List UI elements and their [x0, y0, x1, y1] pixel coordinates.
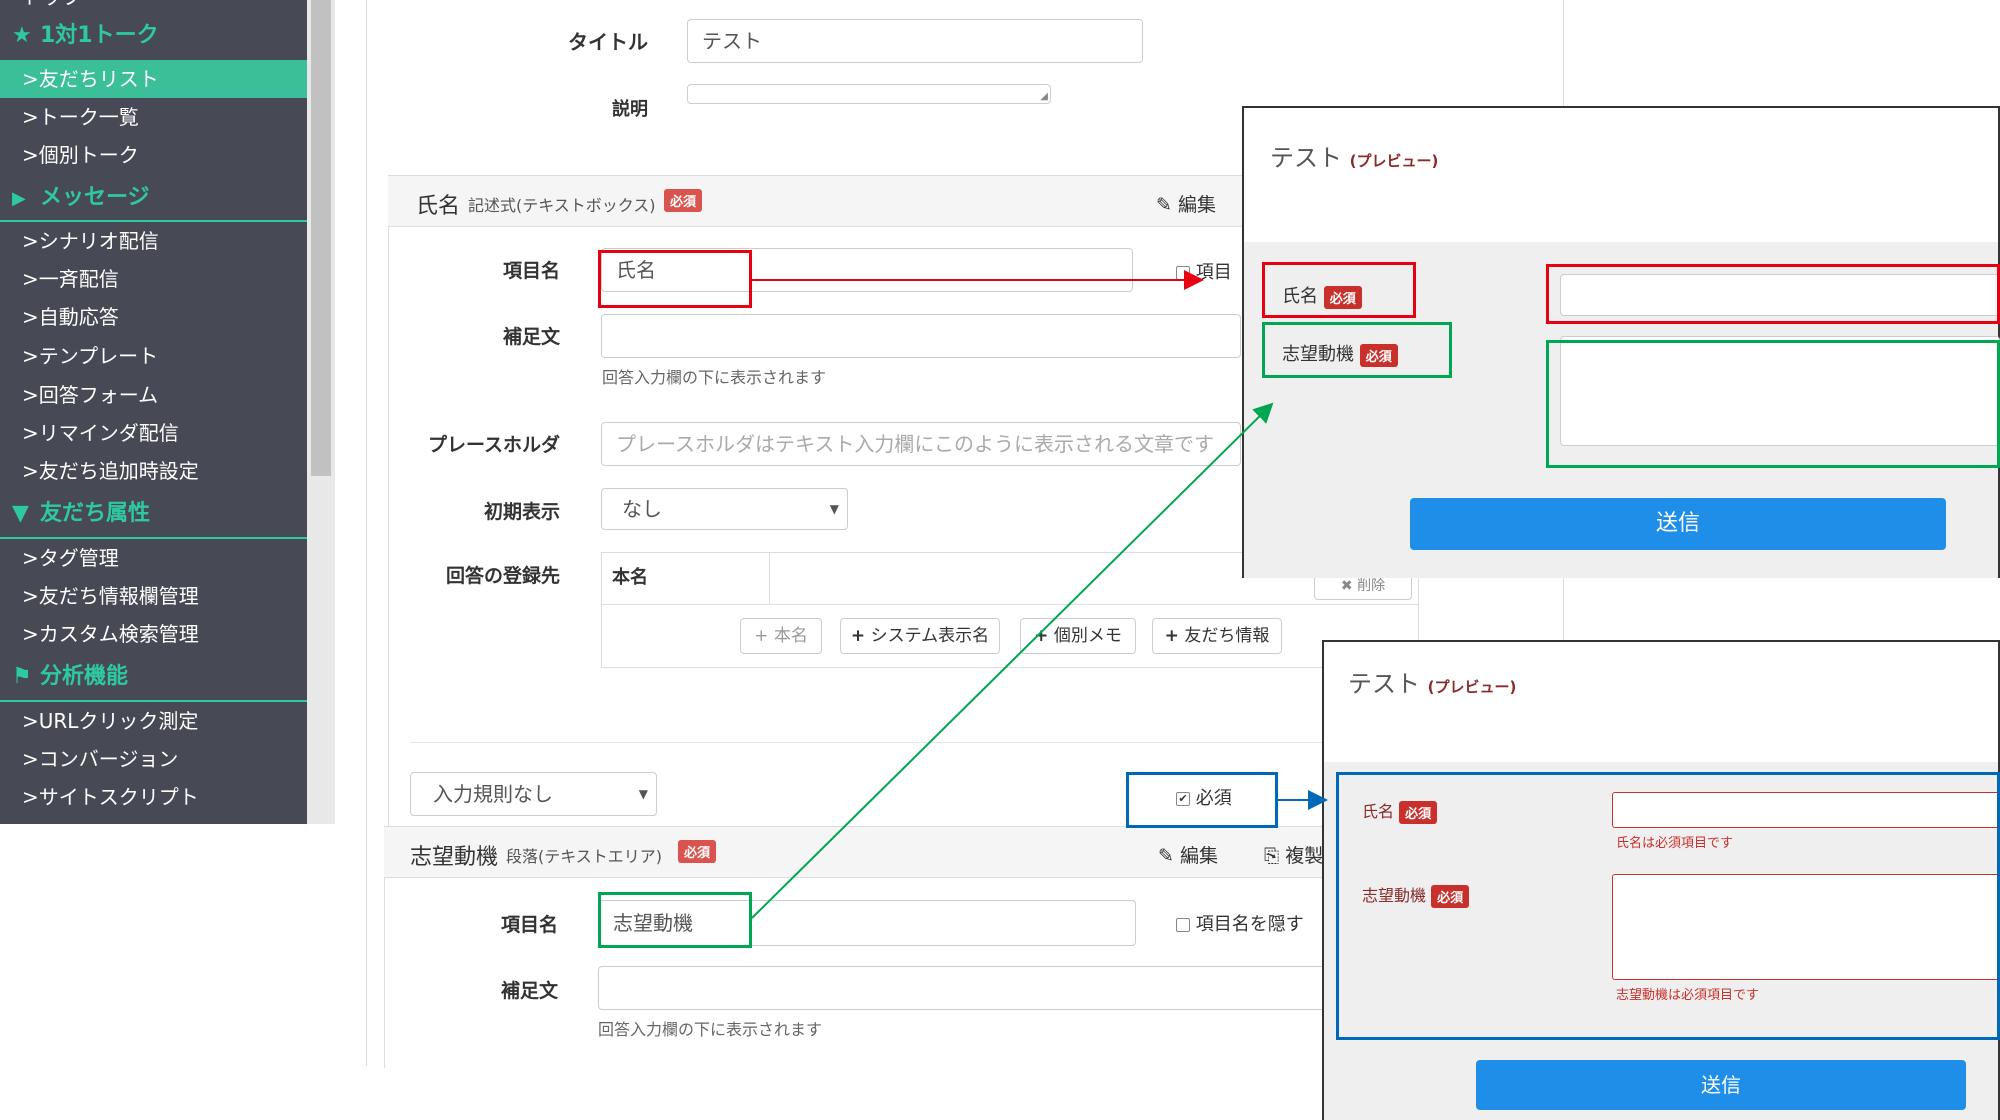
connector-arrows — [751, 270, 1328, 919]
arrow-field2-to-preview — [751, 402, 1274, 919]
